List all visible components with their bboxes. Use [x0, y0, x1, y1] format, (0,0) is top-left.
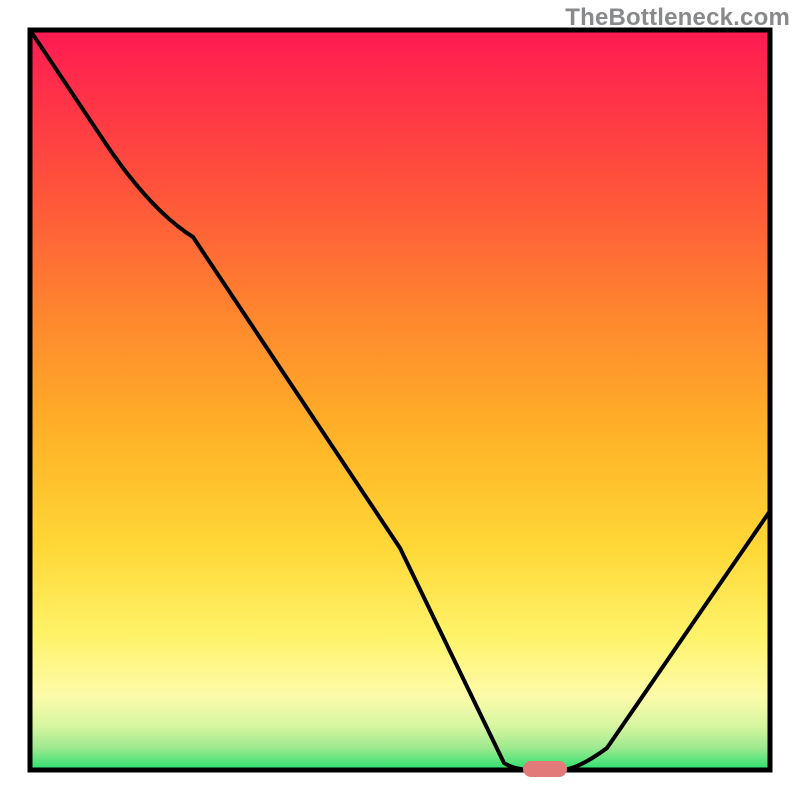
bottleneck-chart: [0, 0, 800, 800]
optimal-marker: [523, 761, 567, 777]
attribution-label: TheBottleneck.com: [565, 4, 790, 32]
plot-background: [30, 30, 770, 770]
